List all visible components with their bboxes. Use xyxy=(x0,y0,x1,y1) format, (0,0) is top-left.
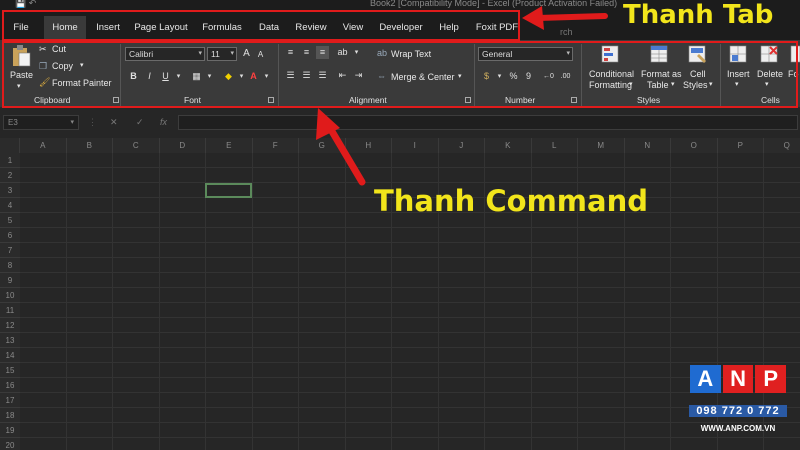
row-header[interactable]: 16 xyxy=(0,378,20,393)
column-header[interactable]: C xyxy=(113,138,160,153)
gridline-horizontal xyxy=(20,242,800,243)
row-header[interactable]: 5 xyxy=(0,213,20,228)
cancel-icon[interactable]: ✕ xyxy=(110,117,118,128)
column-header[interactable]: Q xyxy=(764,138,800,153)
row-header[interactable]: 20 xyxy=(0,438,20,450)
tell-me-search[interactable]: rch xyxy=(560,27,573,37)
name-box-value: E3 xyxy=(8,118,18,127)
formula-input[interactable] xyxy=(178,115,798,130)
column-header[interactable]: K xyxy=(485,138,532,153)
gridline-horizontal xyxy=(20,377,800,378)
column-header[interactable]: M xyxy=(578,138,625,153)
quick-access-toolbar[interactable]: 💾 ↶ xyxy=(15,0,36,9)
gridline-horizontal xyxy=(20,182,800,183)
row-header[interactable]: 18 xyxy=(0,408,20,423)
insert-function-icon[interactable]: fx xyxy=(160,117,167,127)
row-header[interactable]: 6 xyxy=(0,228,20,243)
column-header[interactable]: D xyxy=(159,138,206,153)
gridline-horizontal xyxy=(20,302,800,303)
tab-bar-annotation: Thanh Tab xyxy=(623,0,774,30)
anp-logo: A N P xyxy=(689,365,787,393)
window-title: Book2 [Compatibility Mode] - Excel (Prod… xyxy=(370,0,618,8)
column-header[interactable]: G xyxy=(299,138,346,153)
gridline-horizontal xyxy=(20,317,800,318)
enter-icon[interactable]: ✓ xyxy=(136,117,144,128)
watermark-website: WWW.ANP.COM.VN xyxy=(700,424,776,433)
gridline-horizontal xyxy=(20,347,800,348)
gridline-horizontal xyxy=(20,167,800,168)
gridline-horizontal xyxy=(20,257,800,258)
tab-bar-highlight-box xyxy=(2,10,520,41)
column-header[interactable]: P xyxy=(717,138,764,153)
row-header[interactable]: 11 xyxy=(0,303,20,318)
column-header[interactable]: J xyxy=(438,138,485,153)
row-header[interactable]: 9 xyxy=(0,273,20,288)
row-header[interactable]: 15 xyxy=(0,363,20,378)
gridline-horizontal xyxy=(20,392,800,393)
gridline-horizontal xyxy=(20,407,800,408)
column-header[interactable]: L xyxy=(531,138,578,153)
row-header[interactable]: 7 xyxy=(0,243,20,258)
name-box[interactable]: E3 ▾ xyxy=(3,115,79,130)
gridline-horizontal xyxy=(20,287,800,288)
gridline-horizontal xyxy=(20,437,800,438)
row-header[interactable]: 4 xyxy=(0,198,20,213)
column-header[interactable]: O xyxy=(671,138,718,153)
logo-letter-n: N xyxy=(722,365,754,393)
row-header[interactable]: 3 xyxy=(0,183,20,198)
logo-letter-a: A xyxy=(690,365,721,393)
active-cell[interactable] xyxy=(205,183,252,198)
row-header[interactable]: 19 xyxy=(0,423,20,438)
gridline-horizontal xyxy=(20,227,800,228)
command-bar-annotation: Thanh Command xyxy=(374,184,648,218)
more-icon: ⋮ xyxy=(88,117,97,127)
gridline-horizontal xyxy=(20,422,800,423)
watermark-phone: 098 772 0 772 xyxy=(689,405,787,417)
row-header[interactable]: 13 xyxy=(0,333,20,348)
row-header[interactable]: 12 xyxy=(0,318,20,333)
gridline-horizontal xyxy=(20,332,800,333)
gridline-horizontal xyxy=(20,272,800,273)
gridline-horizontal xyxy=(20,362,800,363)
row-header[interactable]: 1 xyxy=(0,153,20,168)
logo-letter-p: P xyxy=(755,365,787,393)
row-header[interactable]: 14 xyxy=(0,348,20,363)
command-bar-highlight-box xyxy=(2,41,798,108)
column-header[interactable]: B xyxy=(66,138,113,153)
row-header[interactable]: 8 xyxy=(0,258,20,273)
formula-bar: E3 ▾ ⋮ ✕ ✓ fx xyxy=(0,110,800,134)
chevron-down-icon: ▾ xyxy=(70,119,74,126)
row-header[interactable]: 2 xyxy=(0,168,20,183)
row-header[interactable]: 17 xyxy=(0,393,20,408)
column-header[interactable]: A xyxy=(20,138,67,153)
select-all-corner[interactable] xyxy=(0,138,20,153)
column-header[interactable]: H xyxy=(345,138,392,153)
column-header[interactable]: E xyxy=(206,138,253,153)
column-header[interactable]: I xyxy=(392,138,439,153)
column-header[interactable]: N xyxy=(624,138,671,153)
row-header[interactable]: 10 xyxy=(0,288,20,303)
column-header[interactable]: F xyxy=(252,138,299,153)
